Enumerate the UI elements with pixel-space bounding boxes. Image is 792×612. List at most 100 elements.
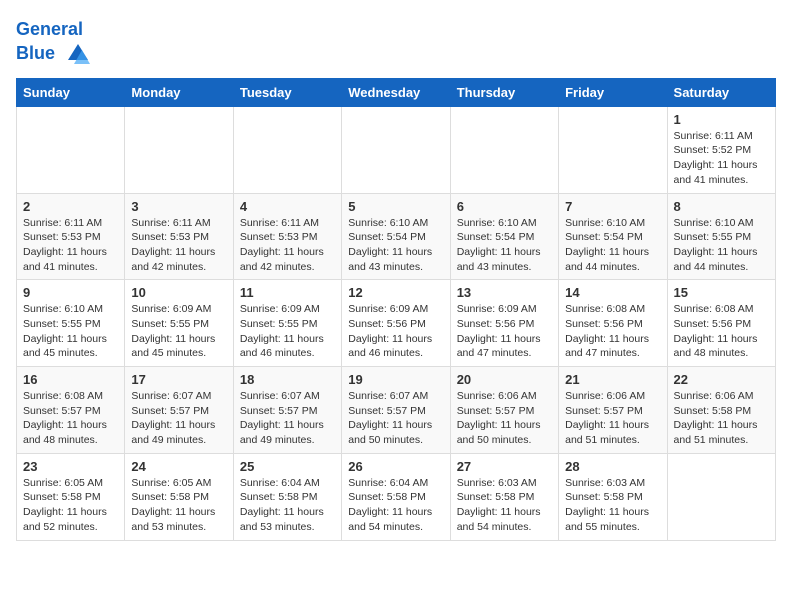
day-info: Sunrise: 6:06 AM Sunset: 5:58 PM Dayligh…: [674, 389, 769, 448]
calendar-cell: 12 Sunrise: 6:09 AM Sunset: 5:56 PM Dayli…: [342, 280, 450, 367]
day-info: Sunrise: 6:05 AM Sunset: 5:58 PM Dayligh…: [23, 476, 118, 535]
calendar-cell: 24 Sunrise: 6:05 AM Sunset: 5:58 PM Dayli…: [125, 453, 233, 540]
calendar-header-row: SundayMondayTuesdayWednesdayThursdayFrid…: [17, 78, 776, 106]
day-number: 20: [457, 372, 552, 387]
day-number: 3: [131, 199, 226, 214]
day-number: 7: [565, 199, 660, 214]
day-number: 27: [457, 459, 552, 474]
day-number: 10: [131, 285, 226, 300]
col-header-saturday: Saturday: [667, 78, 775, 106]
day-info: Sunrise: 6:10 AM Sunset: 5:54 PM Dayligh…: [348, 216, 443, 275]
calendar-cell: 28 Sunrise: 6:03 AM Sunset: 5:58 PM Dayli…: [559, 453, 667, 540]
day-number: 1: [674, 112, 769, 127]
day-info: Sunrise: 6:10 AM Sunset: 5:55 PM Dayligh…: [674, 216, 769, 275]
calendar-cell: 16 Sunrise: 6:08 AM Sunset: 5:57 PM Dayli…: [17, 367, 125, 454]
calendar-cell: 15 Sunrise: 6:08 AM Sunset: 5:56 PM Dayli…: [667, 280, 775, 367]
day-number: 18: [240, 372, 335, 387]
calendar-cell: 22 Sunrise: 6:06 AM Sunset: 5:58 PM Dayli…: [667, 367, 775, 454]
day-number: 23: [23, 459, 118, 474]
day-number: 24: [131, 459, 226, 474]
calendar-cell: 18 Sunrise: 6:07 AM Sunset: 5:57 PM Dayli…: [233, 367, 341, 454]
day-info: Sunrise: 6:07 AM Sunset: 5:57 PM Dayligh…: [240, 389, 335, 448]
day-info: Sunrise: 6:11 AM Sunset: 5:53 PM Dayligh…: [131, 216, 226, 275]
col-header-tuesday: Tuesday: [233, 78, 341, 106]
day-number: 28: [565, 459, 660, 474]
calendar-cell: 21 Sunrise: 6:06 AM Sunset: 5:57 PM Dayli…: [559, 367, 667, 454]
calendar-cell: [667, 453, 775, 540]
day-info: Sunrise: 6:11 AM Sunset: 5:52 PM Dayligh…: [674, 129, 769, 188]
day-number: 13: [457, 285, 552, 300]
day-info: Sunrise: 6:04 AM Sunset: 5:58 PM Dayligh…: [348, 476, 443, 535]
day-number: 14: [565, 285, 660, 300]
calendar-cell: 9Sunrise: 6:10 AM Sunset: 5:55 PM Daylig…: [17, 280, 125, 367]
calendar-cell: 25 Sunrise: 6:04 AM Sunset: 5:58 PM Dayli…: [233, 453, 341, 540]
day-number: 15: [674, 285, 769, 300]
calendar-cell: 5 Sunrise: 6:10 AM Sunset: 5:54 PM Daylig…: [342, 193, 450, 280]
col-header-wednesday: Wednesday: [342, 78, 450, 106]
day-info: Sunrise: 6:10 AM Sunset: 5:54 PM Dayligh…: [565, 216, 660, 275]
calendar-cell: [342, 106, 450, 193]
calendar-cell: 10 Sunrise: 6:09 AM Sunset: 5:55 PM Dayli…: [125, 280, 233, 367]
calendar-cell: [450, 106, 558, 193]
day-number: 21: [565, 372, 660, 387]
day-number: 26: [348, 459, 443, 474]
day-info: Sunrise: 6:10 AM Sunset: 5:54 PM Dayligh…: [457, 216, 552, 275]
day-number: 8: [674, 199, 769, 214]
calendar-table: SundayMondayTuesdayWednesdayThursdayFrid…: [16, 78, 776, 541]
calendar-cell: 3 Sunrise: 6:11 AM Sunset: 5:53 PM Daylig…: [125, 193, 233, 280]
calendar-cell: 23 Sunrise: 6:05 AM Sunset: 5:58 PM Dayli…: [17, 453, 125, 540]
day-info: Sunrise: 6:07 AM Sunset: 5:57 PM Dayligh…: [131, 389, 226, 448]
logo-general: General: [16, 19, 83, 39]
day-number: 4: [240, 199, 335, 214]
page-header: General Blue: [16, 16, 776, 68]
day-info: Sunrise: 6:10 AM Sunset: 5:55 PM Dayligh…: [23, 302, 118, 361]
logo: General Blue: [16, 20, 92, 68]
day-info: Sunrise: 6:07 AM Sunset: 5:57 PM Dayligh…: [348, 389, 443, 448]
day-number: 6: [457, 199, 552, 214]
day-info: Sunrise: 6:03 AM Sunset: 5:58 PM Dayligh…: [457, 476, 552, 535]
calendar-cell: 1 Sunrise: 6:11 AM Sunset: 5:52 PM Daylig…: [667, 106, 775, 193]
day-number: 17: [131, 372, 226, 387]
day-info: Sunrise: 6:08 AM Sunset: 5:57 PM Dayligh…: [23, 389, 118, 448]
day-info: Sunrise: 6:05 AM Sunset: 5:58 PM Dayligh…: [131, 476, 226, 535]
calendar-cell: 4 Sunrise: 6:11 AM Sunset: 5:53 PM Daylig…: [233, 193, 341, 280]
day-info: Sunrise: 6:06 AM Sunset: 5:57 PM Dayligh…: [565, 389, 660, 448]
day-number: 5: [348, 199, 443, 214]
calendar-cell: [233, 106, 341, 193]
calendar-cell: 2Sunrise: 6:11 AM Sunset: 5:53 PM Daylig…: [17, 193, 125, 280]
day-info: Sunrise: 6:11 AM Sunset: 5:53 PM Dayligh…: [240, 216, 335, 275]
day-info: Sunrise: 6:08 AM Sunset: 5:56 PM Dayligh…: [674, 302, 769, 361]
calendar-cell: 17 Sunrise: 6:07 AM Sunset: 5:57 PM Dayli…: [125, 367, 233, 454]
calendar-week-row: 1 Sunrise: 6:11 AM Sunset: 5:52 PM Daylig…: [17, 106, 776, 193]
col-header-monday: Monday: [125, 78, 233, 106]
calendar-cell: [17, 106, 125, 193]
calendar-cell: 11Sunrise: 6:09 AM Sunset: 5:55 PM Dayli…: [233, 280, 341, 367]
day-info: Sunrise: 6:09 AM Sunset: 5:56 PM Dayligh…: [457, 302, 552, 361]
day-info: Sunrise: 6:08 AM Sunset: 5:56 PM Dayligh…: [565, 302, 660, 361]
day-number: 25: [240, 459, 335, 474]
day-info: Sunrise: 6:03 AM Sunset: 5:58 PM Dayligh…: [565, 476, 660, 535]
logo-blue: Blue: [16, 43, 55, 63]
logo-icon: [64, 40, 92, 68]
day-info: Sunrise: 6:04 AM Sunset: 5:58 PM Dayligh…: [240, 476, 335, 535]
day-info: Sunrise: 6:09 AM Sunset: 5:55 PM Dayligh…: [131, 302, 226, 361]
day-info: Sunrise: 6:09 AM Sunset: 5:56 PM Dayligh…: [348, 302, 443, 361]
calendar-cell: 26 Sunrise: 6:04 AM Sunset: 5:58 PM Dayli…: [342, 453, 450, 540]
calendar-cell: 8 Sunrise: 6:10 AM Sunset: 5:55 PM Daylig…: [667, 193, 775, 280]
col-header-friday: Friday: [559, 78, 667, 106]
calendar-cell: 7 Sunrise: 6:10 AM Sunset: 5:54 PM Daylig…: [559, 193, 667, 280]
day-number: 12: [348, 285, 443, 300]
calendar-cell: 19 Sunrise: 6:07 AM Sunset: 5:57 PM Dayli…: [342, 367, 450, 454]
col-header-thursday: Thursday: [450, 78, 558, 106]
day-number: 19: [348, 372, 443, 387]
day-number: 2: [23, 199, 118, 214]
calendar-cell: 27 Sunrise: 6:03 AM Sunset: 5:58 PM Dayli…: [450, 453, 558, 540]
calendar-cell: 14 Sunrise: 6:08 AM Sunset: 5:56 PM Dayli…: [559, 280, 667, 367]
calendar-week-row: 23 Sunrise: 6:05 AM Sunset: 5:58 PM Dayli…: [17, 453, 776, 540]
day-number: 11: [240, 285, 335, 300]
calendar-cell: 13 Sunrise: 6:09 AM Sunset: 5:56 PM Dayli…: [450, 280, 558, 367]
day-number: 16: [23, 372, 118, 387]
calendar-week-row: 2 Sunrise: 6:11 AM Sunset: 5:53 PM Daylig…: [17, 193, 776, 280]
day-number: 22: [674, 372, 769, 387]
calendar-cell: 20Sunrise: 6:06 AM Sunset: 5:57 PM Dayli…: [450, 367, 558, 454]
